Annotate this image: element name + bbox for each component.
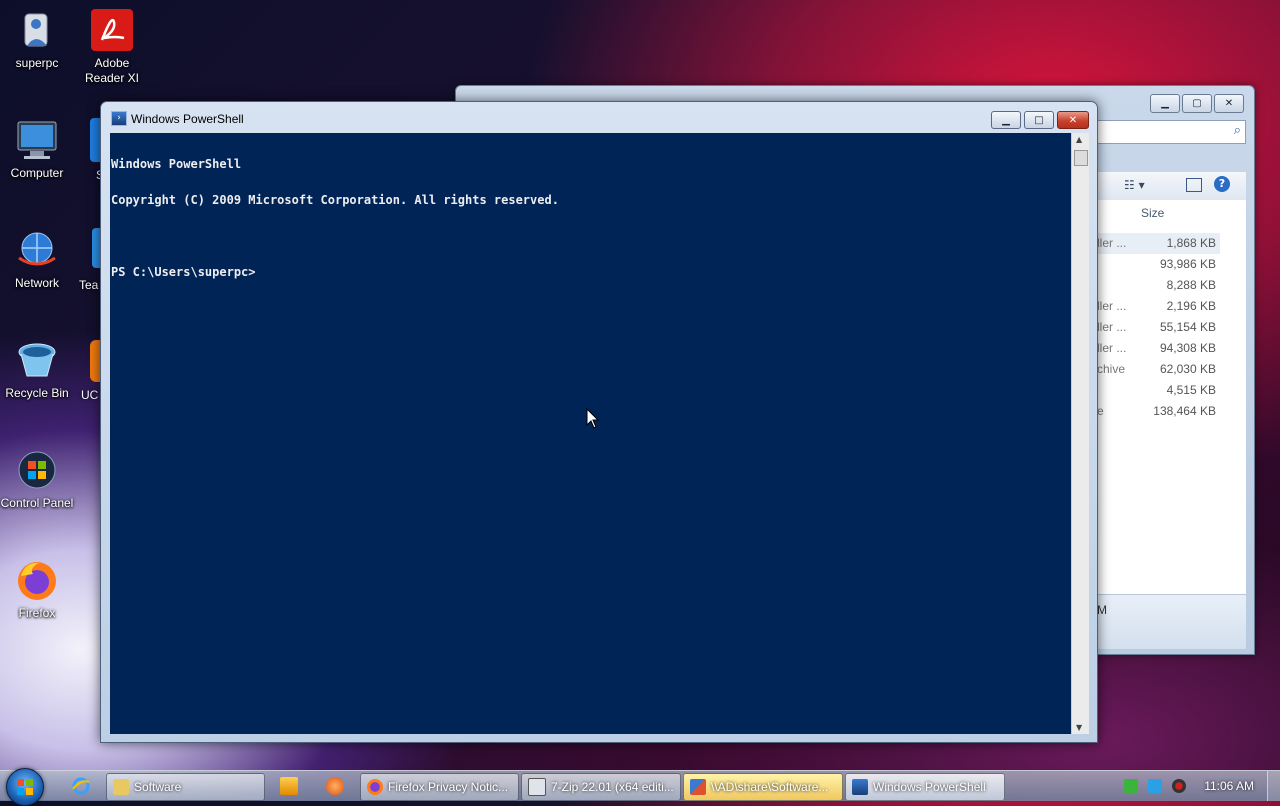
desktop-icon-label: superpc bbox=[15, 56, 59, 70]
explorer-close-button[interactable]: ✕ bbox=[1214, 94, 1244, 113]
taskbar-item-powershell[interactable]: Windows PowerShell bbox=[845, 773, 1005, 801]
app-launcher-icon[interactable] bbox=[326, 777, 344, 795]
console-line: Copyright (C) 2009 Microsoft Corporation… bbox=[111, 193, 559, 207]
close-button[interactable]: ✕ bbox=[1057, 111, 1089, 129]
table-row[interactable]: chive 62,030 KB bbox=[1096, 359, 1220, 380]
explorer-maximize-button[interactable]: ▢ bbox=[1182, 94, 1212, 113]
console-output[interactable]: Windows PowerShell Copyright (C) 2009 Mi… bbox=[110, 133, 1071, 734]
desktop-icon-label: Network bbox=[14, 276, 59, 290]
network-globe-icon bbox=[15, 228, 59, 272]
table-row[interactable]: 4,515 KB bbox=[1096, 380, 1220, 401]
clock[interactable]: 11:06 AM bbox=[1204, 779, 1254, 793]
table-row[interactable]: 93,986 KB bbox=[1096, 254, 1220, 275]
desktop-icon-recycle-bin[interactable]: Recycle Bin bbox=[0, 338, 74, 401]
desktop-icon-label: Adobe Reader XI bbox=[84, 56, 140, 85]
recycle-bin-icon bbox=[15, 338, 59, 382]
table-row[interactable]: ller ... 55,154 KB bbox=[1096, 317, 1220, 338]
scroll-down-arrow-icon[interactable]: ▼ bbox=[1076, 723, 1082, 732]
console-line: Windows PowerShell bbox=[111, 157, 242, 171]
partial-desktop-label: UC bbox=[81, 388, 99, 402]
powershell-icon: › bbox=[111, 111, 127, 126]
folder-icon bbox=[113, 779, 129, 795]
desktop-icon-computer[interactable]: Computer bbox=[0, 118, 74, 181]
firefox-icon bbox=[367, 779, 383, 795]
media-player-icon[interactable] bbox=[280, 777, 298, 795]
desktop-icon-label: Computer bbox=[10, 166, 64, 180]
explorer-search-input[interactable]: ⌕ bbox=[1096, 120, 1246, 144]
user-folder-icon bbox=[15, 8, 59, 52]
desktop-icon-label: Control Panel bbox=[0, 496, 74, 510]
desktop-icon-network[interactable]: Network bbox=[0, 228, 74, 291]
internet-explorer-icon[interactable] bbox=[72, 777, 90, 795]
network-monitor-icon[interactable] bbox=[1148, 779, 1162, 793]
table-row[interactable]: ller ... 2,196 KB bbox=[1096, 296, 1220, 317]
explorer-details-pane: M bbox=[1096, 594, 1246, 649]
mouse-cursor-icon bbox=[586, 408, 600, 429]
taskbar-item-share-folder[interactable]: \\AD\share\Software... bbox=[683, 773, 843, 801]
partial-desktop-label: Tea bbox=[79, 278, 99, 292]
adobe-reader-icon bbox=[90, 8, 134, 52]
console-scrollbar[interactable]: ▲ ▼ bbox=[1071, 133, 1089, 734]
scroll-up-arrow-icon[interactable]: ▲ bbox=[1076, 135, 1082, 144]
taskbar-item-firefox[interactable]: Firefox Privacy Notic... bbox=[360, 773, 519, 801]
desktop-icon-adobe-reader[interactable]: Adobe Reader XI bbox=[75, 8, 149, 86]
taskbar: Software Firefox Privacy Notic... 7-Zip … bbox=[0, 768, 1280, 806]
start-button[interactable] bbox=[6, 768, 44, 806]
desktop-icon-superpc[interactable]: superpc bbox=[0, 8, 74, 71]
view-options-icon[interactable]: ☷ ▾ bbox=[1124, 178, 1145, 192]
help-icon[interactable]: ? bbox=[1214, 176, 1230, 192]
desktop-icon-control-panel[interactable]: Control Panel bbox=[0, 448, 74, 511]
desktop-icon-label: Firefox bbox=[18, 606, 56, 620]
control-panel-icon bbox=[15, 448, 59, 492]
volume-icon[interactable] bbox=[1172, 779, 1186, 793]
explorer-minimize-button[interactable]: ▁ bbox=[1150, 94, 1180, 113]
console-prompt: PS C:\Users\superpc> bbox=[111, 265, 256, 279]
computer-icon bbox=[15, 118, 59, 162]
desktop-icon-label: Recycle Bin bbox=[5, 386, 69, 400]
size-column-header[interactable]: Size bbox=[1096, 200, 1246, 225]
7zip-icon bbox=[528, 778, 546, 796]
desktop-icon-firefox[interactable]: Firefox bbox=[0, 558, 74, 621]
window-title: Windows PowerShell bbox=[131, 112, 244, 126]
table-row[interactable]: ller ... 94,308 KB bbox=[1096, 338, 1220, 359]
table-row[interactable]: e 138,464 KB bbox=[1096, 401, 1220, 422]
network-folder-icon bbox=[690, 779, 706, 795]
scroll-thumb[interactable] bbox=[1074, 150, 1088, 166]
minimize-button[interactable]: ▁ bbox=[991, 111, 1021, 129]
table-row[interactable]: ller ... 1,868 KB bbox=[1096, 233, 1220, 254]
table-row[interactable]: 8,288 KB bbox=[1096, 275, 1220, 296]
search-icon: ⌕ bbox=[1233, 123, 1241, 138]
taskbar-item-software[interactable]: Software bbox=[106, 773, 265, 801]
explorer-toolbar: ☷ ▾ ? bbox=[1096, 172, 1246, 201]
maximize-button[interactable]: □ bbox=[1024, 111, 1054, 129]
battery-icon[interactable] bbox=[1124, 779, 1138, 793]
preview-pane-icon[interactable] bbox=[1186, 178, 1202, 192]
taskbar-item-7zip[interactable]: 7-Zip 22.01 (x64 editi... bbox=[521, 773, 681, 801]
firefox-icon bbox=[15, 558, 59, 602]
show-desktop-button[interactable] bbox=[1267, 771, 1280, 801]
powershell-icon bbox=[852, 779, 868, 795]
